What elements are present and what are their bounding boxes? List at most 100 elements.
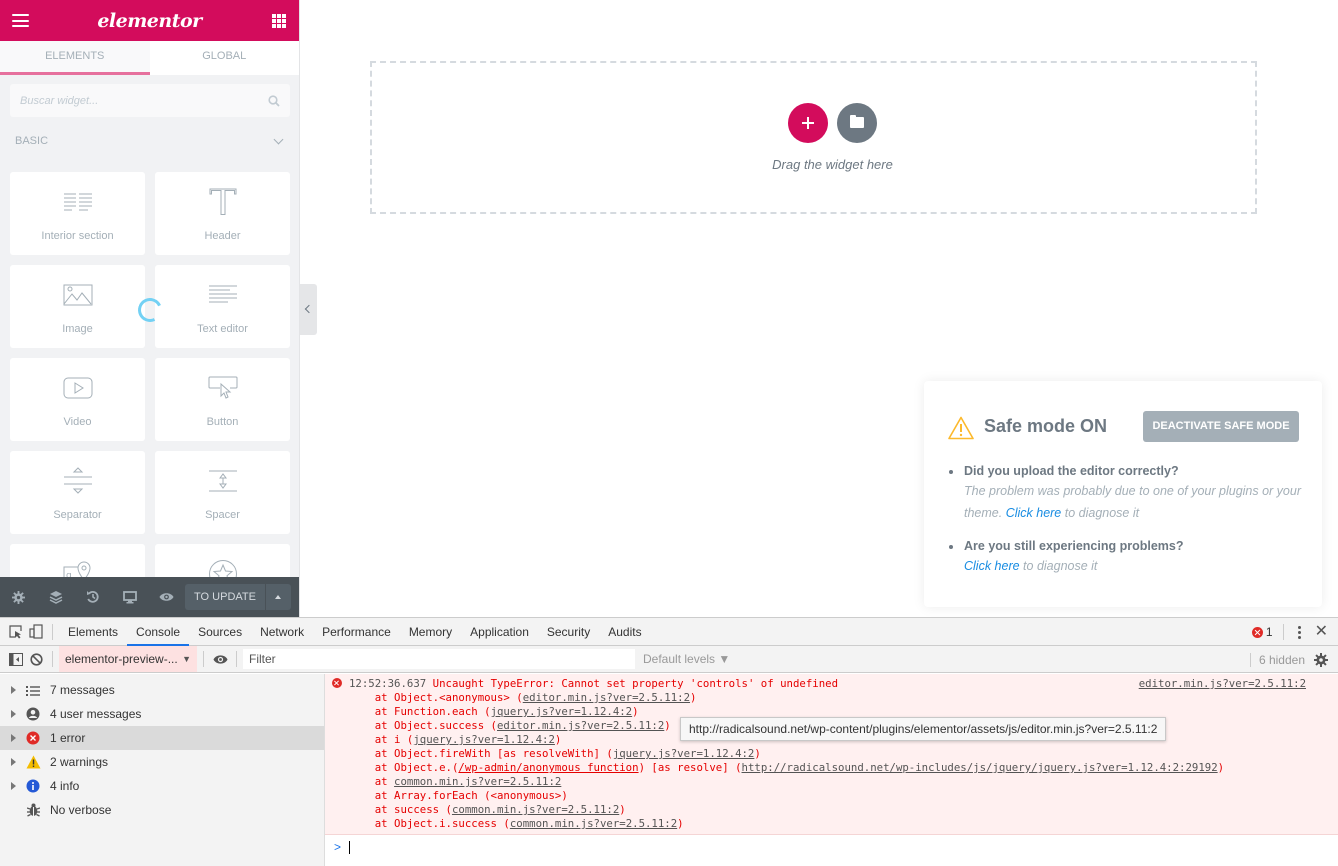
tab-performance[interactable]: Performance — [313, 618, 400, 646]
clear-icon — [29, 652, 43, 666]
stack-frame-text: ) — [677, 817, 684, 830]
widget-video[interactable]: Video — [10, 358, 145, 441]
tab-console[interactable]: Console — [127, 618, 190, 646]
stack-trace: at Object.<anonymous> (editor.min.js?ver… — [349, 691, 1330, 831]
device-toolbar-button[interactable] — [26, 618, 46, 646]
search-icon[interactable] — [268, 95, 280, 107]
help-item: Are you still experiencing problems? Cli… — [949, 538, 1304, 577]
tab-global[interactable]: Global — [149, 41, 299, 75]
stack-frame-text: at success ( — [349, 803, 452, 816]
error-icon — [25, 730, 41, 746]
history-icon — [86, 590, 99, 603]
diagnose-link[interactable]: Click here — [1006, 506, 1062, 520]
responsive-button[interactable] — [111, 577, 148, 617]
prompt-chevron-icon: > — [334, 840, 342, 854]
more-options-icon[interactable] — [1294, 625, 1305, 639]
tab-audits[interactable]: Audits — [599, 618, 650, 646]
panel-footer: To update — [0, 577, 299, 617]
heading-icon — [203, 186, 243, 218]
stack-frame-link[interactable]: common.min.js?ver=2.5.11:2 — [452, 803, 619, 816]
sidebar-item-messages[interactable]: 7 messages — [0, 678, 324, 702]
preview-button[interactable] — [148, 577, 185, 617]
diagnose-link[interactable]: Click here — [964, 559, 1020, 573]
tab-security[interactable]: Security — [538, 618, 599, 646]
navigator-icon — [49, 591, 62, 604]
deactivate-safe-mode-button[interactable]: Deactivate safe mode — [1143, 411, 1299, 442]
widget-heading[interactable]: Header — [155, 172, 290, 255]
widget-inner-section[interactable]: Interior section — [10, 172, 145, 255]
live-expression-button[interactable] — [210, 645, 230, 673]
tab-elements[interactable]: Elements — [59, 618, 127, 646]
sidebar-item-warnings[interactable]: 2 warnings — [0, 750, 324, 774]
settings-button[interactable] — [0, 577, 37, 617]
tab-application[interactable]: Application — [461, 618, 538, 646]
error-text: Uncaught TypeError: Cannot set property … — [432, 677, 839, 690]
stack-frame-link[interactable]: common.min.js?ver=2.5.11:2 — [394, 775, 561, 788]
widget-text-editor[interactable]: Text editor — [155, 265, 290, 348]
add-section-button[interactable] — [788, 103, 828, 143]
close-devtools-icon[interactable]: ✕ — [1315, 624, 1328, 640]
category-basic-header[interactable]: Basic — [15, 134, 285, 148]
console-settings-icon[interactable] — [1314, 652, 1328, 667]
stack-frame: at Object.e.(/wp-admin/anonymous functio… — [349, 761, 1330, 775]
tab-network[interactable]: Network — [251, 618, 313, 646]
stack-frame-link[interactable]: /wp-admin/anonymous function — [458, 761, 638, 774]
widget-separator[interactable]: Separator — [10, 451, 145, 534]
clear-console-button[interactable] — [26, 645, 46, 673]
widget-button[interactable]: Button — [155, 358, 290, 441]
sidebar-item-info[interactable]: 4 info — [0, 774, 324, 798]
expand-arrow-icon[interactable] — [11, 758, 16, 766]
widget-search-input[interactable] — [10, 84, 250, 117]
update-button[interactable]: To update — [185, 584, 265, 610]
sidebar-item-verbose[interactable]: No verbose — [0, 798, 324, 822]
tab-sources[interactable]: Sources — [189, 618, 251, 646]
sidebar-item-user-messages[interactable]: 4 user messages — [0, 702, 324, 726]
context-selector[interactable]: elementor-preview-... ▼ — [59, 646, 197, 672]
save-options-button[interactable] — [266, 584, 291, 610]
elementor-logo: elementor — [97, 9, 202, 32]
stack-frame-link[interactable]: common.min.js?ver=2.5.11:2 — [510, 817, 677, 830]
console-filter-input[interactable] — [243, 649, 635, 669]
category-title: Basic — [15, 135, 49, 147]
tab-elements[interactable]: Elements — [0, 41, 150, 75]
divider — [203, 651, 204, 667]
expand-arrow-icon[interactable] — [11, 782, 16, 790]
stack-frame-link[interactable]: jquery.js?ver=1.12.4:2 — [613, 747, 755, 760]
widget-image[interactable]: Image — [10, 265, 145, 348]
help-answer: Click here to diagnose it — [964, 555, 1304, 577]
stack-frame-text: at Object.fireWith [as resolveWith] ( — [349, 747, 613, 760]
widget-label: Header — [204, 230, 241, 242]
tab-memory[interactable]: Memory — [400, 618, 461, 646]
safe-mode-notice: Safe mode ON Deactivate safe mode Did yo… — [924, 381, 1322, 607]
stack-frame-link[interactable]: jquery.js?ver=1.12.4:2 — [413, 733, 555, 746]
widget-label: Text editor — [197, 323, 248, 335]
bug-icon — [25, 802, 41, 818]
error-counter[interactable]: 1 — [1251, 625, 1273, 639]
expand-arrow-icon[interactable] — [11, 686, 16, 694]
sidebar-item-errors[interactable]: 1 error — [0, 726, 324, 750]
inspect-element-button[interactable] — [6, 618, 26, 646]
menu-icon[interactable] — [12, 14, 29, 27]
console-toolbar-right: 6 hidden — [1249, 646, 1328, 673]
log-levels-dropdown[interactable]: Default levels ▼ — [643, 652, 730, 666]
history-button[interactable] — [74, 577, 111, 617]
toggle-sidebar-button[interactable] — [6, 645, 26, 673]
add-template-button[interactable] — [837, 103, 877, 143]
error-source-link[interactable]: editor.min.js?ver=2.5.11:2 — [1139, 677, 1306, 690]
expand-arrow-icon[interactable] — [11, 734, 16, 742]
stack-frame-link[interactable]: editor.min.js?ver=2.5.11:2 — [497, 719, 664, 732]
expand-arrow-icon[interactable] — [11, 710, 16, 718]
stack-frame-text: at i ( — [349, 733, 414, 746]
stack-frame-text: at Object.e.( — [349, 761, 459, 774]
widget-spacer[interactable]: Spacer — [155, 451, 290, 534]
navigator-button[interactable] — [37, 577, 74, 617]
stack-frame-link[interactable]: http://radicalsound.net/wp-includes/js/j… — [742, 761, 1218, 774]
divider — [236, 651, 237, 667]
console-prompt[interactable]: > — [334, 840, 351, 854]
widgets-grid-icon[interactable] — [272, 14, 286, 28]
widget-label: Button — [206, 416, 239, 428]
stack-frame-link[interactable]: editor.min.js?ver=2.5.11:2 — [523, 691, 690, 704]
stack-frame-link[interactable]: jquery.js?ver=1.12.4:2 — [491, 705, 633, 718]
panel-collapse-toggle[interactable] — [300, 284, 317, 335]
console-output: editor.min.js?ver=2.5.11:2 12:52:36.637 … — [325, 674, 1338, 866]
